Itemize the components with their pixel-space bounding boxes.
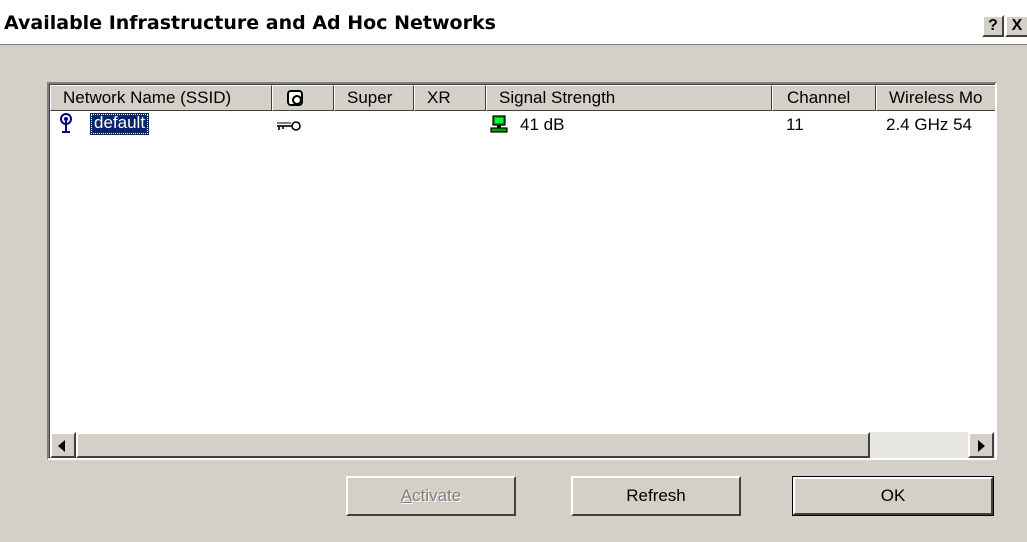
arrow-right-icon — [978, 440, 985, 452]
column-header-ssid[interactable]: Network Name (SSID) — [50, 85, 272, 111]
column-header-security[interactable] — [272, 85, 334, 111]
access-point-icon — [58, 113, 74, 133]
close-button[interactable]: X — [1005, 15, 1027, 37]
list-header: Network Name (SSID) Super XR Signal Stre… — [50, 85, 995, 111]
scroll-right-button[interactable] — [968, 432, 994, 458]
available-networks-dialog: Available Infrastructure and Ad Hoc Netw… — [0, 0, 1027, 542]
scroll-left-button[interactable] — [50, 432, 76, 458]
channel-cell: 11 — [786, 115, 804, 134]
signal-strength-cell: 41 dB — [520, 115, 565, 134]
horizontal-scrollbar[interactable] — [50, 432, 995, 458]
signal-computer-icon — [490, 115, 508, 138]
table-row[interactable]: default 41 dB 11 2.4 GHz 54 — [50, 113, 995, 138]
key-icon — [276, 117, 302, 137]
column-header-xr[interactable]: XR — [414, 85, 486, 111]
ok-button[interactable]: OK — [792, 476, 994, 516]
title-bar: Available Infrastructure and Ad Hoc Netw… — [0, 0, 1027, 45]
column-header-wireless-mode[interactable]: Wireless Mo — [876, 85, 995, 111]
column-header-super[interactable]: Super — [334, 85, 414, 111]
help-button[interactable]: ? — [982, 15, 1004, 37]
lock-icon — [287, 90, 303, 106]
ssid-cell[interactable]: default — [90, 113, 150, 135]
column-header-signal[interactable]: Signal Strength — [486, 85, 772, 111]
networks-list[interactable]: Network Name (SSID) Super XR Signal Stre… — [47, 82, 997, 460]
dialog-title: Available Infrastructure and Ad Hoc Netw… — [4, 12, 496, 34]
refresh-button[interactable]: Refresh — [571, 476, 741, 516]
wireless-mode-cell: 2.4 GHz 54 — [886, 115, 972, 134]
activate-button[interactable]: Activate — [346, 476, 516, 516]
scrollbar-thumb[interactable] — [76, 432, 870, 458]
arrow-left-icon — [58, 440, 65, 452]
column-header-channel[interactable]: Channel — [772, 85, 876, 111]
